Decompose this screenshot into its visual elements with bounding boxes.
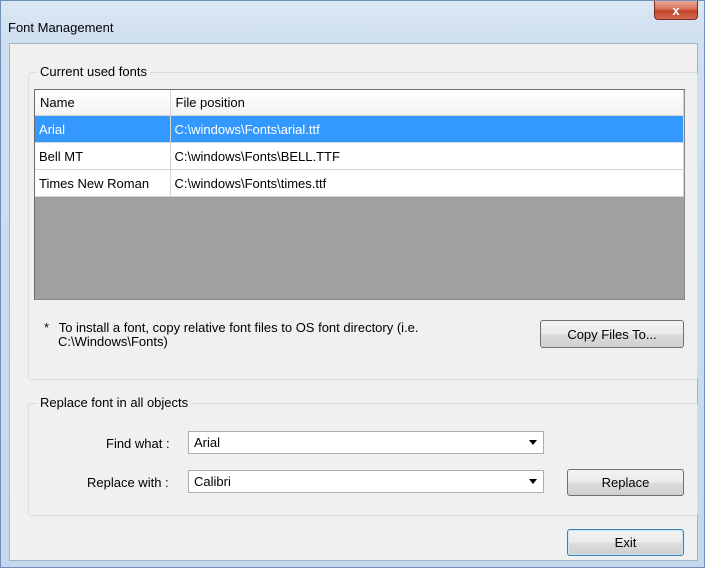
close-icon: x bbox=[672, 2, 680, 18]
table-row[interactable]: Arial C:\windows\Fonts\arial.ttf bbox=[35, 115, 684, 143]
table-row[interactable]: Bell MT C:\windows\Fonts\BELL.TTF bbox=[35, 142, 684, 170]
window-title: Font Management bbox=[8, 20, 114, 35]
replace-with-combobox[interactable]: Calibri bbox=[188, 470, 544, 493]
exit-button[interactable]: Exit bbox=[567, 529, 684, 556]
replace-with-value: Calibri bbox=[194, 474, 231, 489]
fonts-table: Name File position Arial C:\windows\Font… bbox=[35, 90, 684, 197]
note-marker: * bbox=[44, 320, 50, 335]
font-path-cell: C:\windows\Fonts\BELL.TTF bbox=[170, 142, 684, 170]
find-what-value: Arial bbox=[194, 435, 221, 450]
note-line-1: To install a font, copy relative font fi… bbox=[58, 320, 419, 335]
find-what-label: Find what : bbox=[106, 436, 170, 451]
title-bar[interactable]: Font Management x bbox=[1, 1, 704, 41]
font-name-cell: Arial bbox=[35, 115, 171, 143]
font-name-cell: Bell MT bbox=[35, 142, 171, 170]
column-header-file-position[interactable]: File position bbox=[170, 90, 684, 116]
dropdown-arrow-icon bbox=[529, 479, 537, 484]
current-fonts-group-title: Current used fonts bbox=[37, 64, 150, 79]
column-header-name[interactable]: Name bbox=[35, 90, 171, 116]
replace-button[interactable]: Replace bbox=[567, 469, 684, 496]
find-what-combobox[interactable]: Arial bbox=[188, 431, 544, 454]
note-line-2: C:\Windows\Fonts) bbox=[58, 334, 168, 349]
table-header-row: Name File position bbox=[35, 90, 684, 116]
font-name-cell: Times New Roman bbox=[35, 169, 171, 197]
font-path-cell: C:\windows\Fonts\arial.ttf bbox=[170, 115, 684, 143]
copy-files-to-button[interactable]: Copy Files To... bbox=[540, 320, 684, 348]
dropdown-arrow-icon bbox=[529, 440, 537, 445]
replace-with-label: Replace with : bbox=[87, 475, 169, 490]
replace-font-group: Replace font in all objects bbox=[28, 395, 698, 516]
install-note: * To install a font, copy relative font … bbox=[44, 321, 419, 349]
font-path-cell: C:\windows\Fonts\times.ttf bbox=[170, 169, 684, 197]
table-row[interactable]: Times New Roman C:\windows\Fonts\times.t… bbox=[35, 169, 684, 197]
replace-font-group-title: Replace font in all objects bbox=[37, 395, 192, 410]
fonts-list[interactable]: Name File position Arial C:\windows\Font… bbox=[34, 89, 685, 300]
close-button[interactable]: x bbox=[654, 1, 698, 20]
